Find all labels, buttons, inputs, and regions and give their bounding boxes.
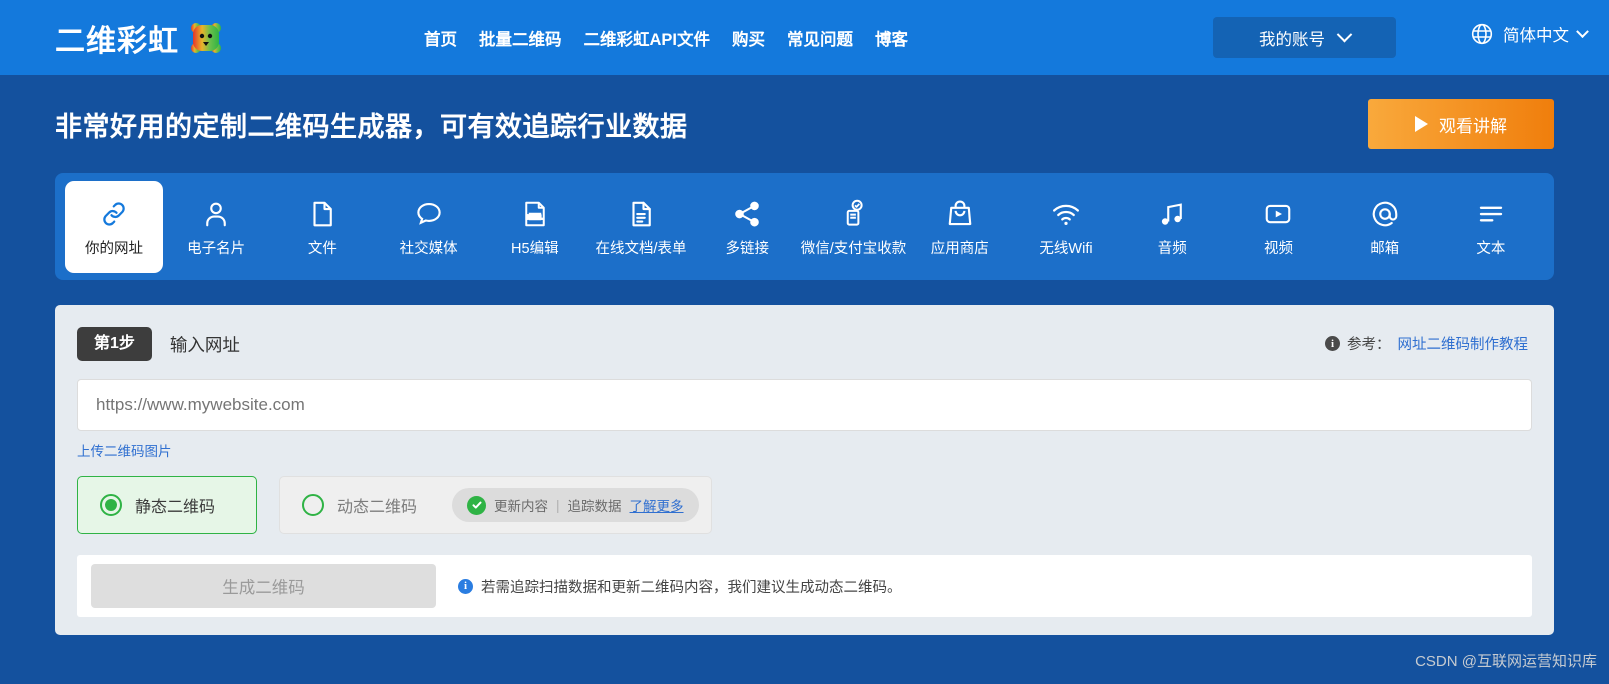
step-header: 第1步 输入网址 i 参考： 网址二维码制作教程 — [77, 327, 1532, 361]
pill-update-label: 更新内容 — [494, 499, 549, 514]
tab-wifi[interactable]: 无线Wifi — [1013, 182, 1119, 272]
tab-label: H5编辑 — [511, 241, 559, 257]
learn-more-link[interactable]: 了解更多 — [630, 495, 684, 515]
share-icon — [732, 195, 762, 229]
qr-type-tabstrip: 你的网址 电子名片 文件 社交媒体 HTML H5编辑 在线文档/表单 多链接 … — [55, 173, 1554, 280]
generate-qr-button[interactable]: 生成二维码 — [91, 564, 436, 608]
dynamic-qr-label: 动态二维码 — [337, 499, 418, 516]
generate-hint-text: 若需追踪扫描数据和更新二维码内容，我们建议生成动态二维码。 — [481, 579, 902, 596]
watch-tutorial-label: 观看讲解 — [1439, 116, 1507, 136]
video-play-icon — [1263, 195, 1293, 229]
tab-business-card[interactable]: 电子名片 — [163, 182, 269, 272]
tab-label: 视频 — [1263, 241, 1293, 257]
language-selector[interactable]: 简体中文 — [1470, 22, 1589, 46]
watermark: CSDN @互联网运营知识库 — [1415, 653, 1597, 670]
nav-item-api-docs[interactable]: 二维彩虹API文件 — [584, 26, 711, 50]
upload-qr-image-link[interactable]: 上传二维码图片 — [77, 440, 172, 460]
globe-icon — [1470, 22, 1494, 46]
rainbow-bear-icon — [189, 21, 223, 55]
top-navigation-bar: 二维彩虹 首页 批量二维码 二维彩虹API文件 购买 常见问题 博客 我的账号 … — [0, 0, 1609, 75]
chevron-down-icon — [1336, 26, 1353, 43]
svg-text:HTML: HTML — [527, 215, 543, 221]
link-icon — [99, 195, 129, 229]
play-icon — [1415, 116, 1428, 132]
reference-note: i 参考： 网址二维码制作教程 — [1325, 333, 1528, 354]
tab-label: 文本 — [1476, 241, 1506, 257]
tab-text[interactable]: 文本 — [1438, 182, 1544, 272]
tab-file[interactable]: 文件 — [269, 182, 375, 272]
radio-unselected-icon — [302, 494, 324, 516]
tab-label: 无线Wifi — [1039, 241, 1093, 257]
qr-form-card: 第1步 输入网址 i 参考： 网址二维码制作教程 上传二维码图片 静态二维码 动… — [55, 305, 1554, 635]
generate-hint: i 若需追踪扫描数据和更新二维码内容，我们建议生成动态二维码。 — [458, 576, 902, 597]
document-icon — [626, 195, 656, 229]
tab-h5-editor[interactable]: HTML H5编辑 — [482, 182, 588, 272]
tab-label: 文件 — [307, 241, 337, 257]
nav-item-home[interactable]: 首页 — [424, 26, 457, 50]
tab-email[interactable]: 邮箱 — [1332, 182, 1438, 272]
app-root: 二维彩虹 首页 批量二维码 二维彩虹API文件 购买 常见问题 博客 我的账号 … — [0, 0, 1609, 684]
static-qr-label: 静态二维码 — [135, 499, 216, 516]
tab-label: 微信/支付宝收款 — [800, 241, 907, 257]
wifi-icon — [1051, 195, 1081, 229]
step-badge: 第1步 — [77, 327, 152, 361]
at-sign-icon — [1370, 195, 1400, 229]
tab-video[interactable]: 视频 — [1225, 182, 1331, 272]
url-input[interactable] — [77, 379, 1532, 431]
music-note-icon — [1157, 195, 1187, 229]
nav-item-purchase[interactable]: 购买 — [732, 26, 765, 50]
language-label: 简体中文 — [1503, 27, 1569, 45]
chat-bubble-icon — [414, 195, 444, 229]
chevron-down-icon — [1576, 24, 1589, 38]
tab-label: 电子名片 — [187, 241, 246, 257]
tab-label: 你的网址 — [85, 241, 143, 257]
tab-label: 社交媒体 — [399, 241, 458, 257]
tab-app-store[interactable]: 应用商店 — [907, 182, 1013, 272]
tab-wechat-alipay-payment[interactable]: 微信/支付宝收款 — [800, 182, 906, 272]
dynamic-features-badge: 更新内容 | 追踪数据 了解更多 — [452, 488, 699, 522]
info-icon: i — [1325, 336, 1340, 351]
qr-mode-options: 静态二维码 动态二维码 更新内容 | 追踪数据 了解更多 — [77, 476, 1532, 534]
nav-item-faq[interactable]: 常见问题 — [787, 26, 853, 50]
tab-label: 音频 — [1157, 241, 1187, 257]
tab-online-document-form[interactable]: 在线文档/表单 — [588, 182, 694, 272]
tab-social-media[interactable]: 社交媒体 — [375, 182, 481, 272]
shopping-bag-icon — [945, 195, 975, 229]
html-icon: HTML — [520, 195, 550, 229]
tab-label: 邮箱 — [1370, 241, 1400, 257]
tab-label: 多链接 — [725, 241, 770, 257]
radio-selected-icon — [100, 494, 122, 516]
hero-title: 非常好用的定制二维码生成器，可有效追踪行业数据 — [55, 111, 688, 142]
logo-text: 二维彩虹 — [55, 24, 179, 58]
dynamic-qr-option[interactable]: 动态二维码 更新内容 | 追踪数据 了解更多 — [279, 476, 712, 534]
step-title: 输入网址 — [169, 334, 240, 355]
tab-audio[interactable]: 音频 — [1119, 182, 1225, 272]
tab-multi-link[interactable]: 多链接 — [694, 182, 800, 272]
reference-link[interactable]: 网址二维码制作教程 — [1398, 333, 1529, 354]
main-nav: 首页 批量二维码 二维彩虹API文件 购买 常见问题 博客 — [424, 26, 908, 50]
static-qr-option[interactable]: 静态二维码 — [77, 476, 257, 534]
nav-item-blog[interactable]: 博客 — [875, 26, 908, 50]
reference-label: 参考： — [1347, 337, 1391, 353]
hero-section: 非常好用的定制二维码生成器，可有效追踪行业数据 观看讲解 — [0, 75, 1609, 173]
tab-label: 应用商店 — [930, 241, 989, 257]
pill-track-label: 追踪数据 — [567, 499, 622, 514]
watch-tutorial-button[interactable]: 观看讲解 — [1368, 99, 1554, 149]
payment-icon — [839, 195, 869, 229]
logo[interactable]: 二维彩虹 — [55, 16, 223, 60]
info-icon: i — [458, 578, 473, 594]
text-lines-icon — [1476, 195, 1506, 229]
check-circle-icon — [467, 495, 487, 515]
account-menu-label: 我的账号 — [1259, 30, 1325, 49]
pill-separator: | — [556, 497, 560, 513]
person-icon — [201, 195, 231, 229]
file-icon — [307, 195, 337, 229]
tab-your-url[interactable]: 你的网址 — [65, 180, 163, 273]
tab-label: 在线文档/表单 — [595, 241, 687, 257]
nav-item-bulk-qr[interactable]: 批量二维码 — [479, 26, 562, 50]
account-menu-button[interactable]: 我的账号 — [1213, 17, 1396, 58]
generate-row: 生成二维码 i 若需追踪扫描数据和更新二维码内容，我们建议生成动态二维码。 — [77, 555, 1532, 617]
